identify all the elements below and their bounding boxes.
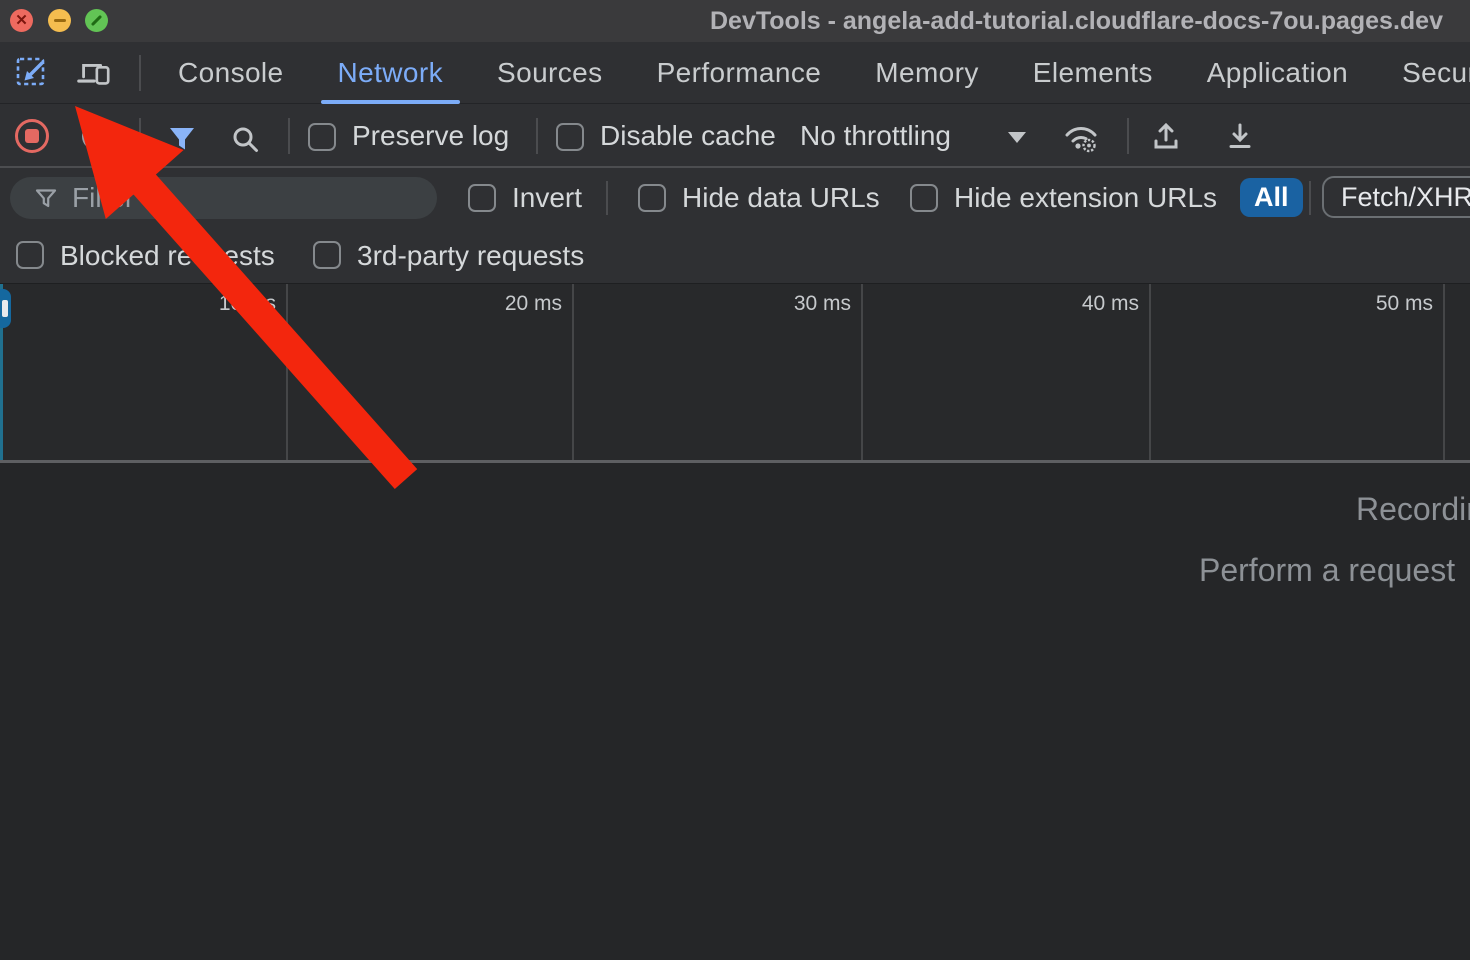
hide-extension-urls-checkbox[interactable] (910, 184, 938, 212)
throttling-select[interactable]: No throttling (800, 104, 951, 168)
timeline-tick-label: 20 ms (422, 292, 562, 316)
toolbar-separator (139, 118, 141, 154)
overview-drag-handle[interactable] (0, 289, 11, 328)
tab-elements[interactable]: Elements (1033, 42, 1153, 104)
timeline-tick-label: 10 ms (136, 292, 276, 316)
recording-hint-text: Recording (1356, 491, 1470, 528)
clear-network-log-button[interactable] (82, 123, 109, 150)
timeline-tick-label: 30 ms (711, 292, 851, 316)
close-icon: ✕ (15, 13, 28, 28)
export-har-button[interactable] (1222, 118, 1258, 154)
disable-cache-label: Disable cache (600, 104, 776, 168)
window-title: DevTools - angela-add-tutorial.cloudflar… (710, 7, 1443, 36)
network-overview-timeline[interactable]: 10 ms 20 ms 30 ms 40 ms 50 ms (0, 283, 1470, 463)
request-type-fetch-xhr-chip[interactable]: Fetch/XHR (1322, 176, 1470, 218)
request-type-all-chip[interactable]: All (1240, 178, 1303, 217)
blocked-requests-checkbox[interactable] (16, 241, 44, 269)
funnel-outline-icon (34, 186, 58, 210)
minimize-icon (54, 19, 66, 22)
preserve-log-label: Preserve log (352, 104, 509, 168)
timeline-gridline (1443, 284, 1445, 460)
chevron-down-icon[interactable] (1008, 132, 1026, 143)
hide-data-urls-label: Hide data URLs (682, 168, 880, 228)
network-conditions-button[interactable] (1060, 116, 1102, 158)
blocked-requests-label: Blocked requests (60, 228, 275, 283)
tabbar-separator (139, 55, 141, 91)
panel-tabs: Console Network Sources Performance Memory El… (178, 42, 1470, 104)
third-party-requests-checkbox[interactable] (313, 241, 341, 269)
timeline-gridline (861, 284, 863, 460)
invert-checkbox[interactable] (468, 184, 496, 212)
upload-icon (1148, 118, 1184, 154)
hide-extension-urls-label: Hide extension URLs (954, 168, 1217, 228)
toolbar-separator (536, 118, 538, 154)
toggle-device-toolbar-button[interactable] (76, 55, 112, 91)
stop-recording-button[interactable] (15, 119, 49, 153)
inspect-element-button[interactable] (14, 55, 50, 91)
zoom-icon (91, 15, 102, 26)
titlebar: ✕ DevTools - angela-add-tutorial.cloudfl… (0, 0, 1470, 42)
search-icon (230, 124, 260, 154)
tab-security[interactable]: Security (1402, 42, 1470, 104)
preserve-log-checkbox[interactable] (308, 123, 336, 151)
tab-performance[interactable]: Performance (657, 42, 822, 104)
timeline-gridline (1149, 284, 1151, 460)
network-toolbar: Preserve log Disable cache No throttling (0, 104, 1470, 168)
search-button[interactable] (227, 121, 263, 157)
tab-memory[interactable]: Memory (875, 42, 979, 104)
devtools-tabbar: Console Network Sources Performance Memory El… (0, 42, 1470, 104)
toolbar-separator (1127, 118, 1129, 154)
record-icon (25, 129, 39, 143)
tab-application[interactable]: Application (1207, 42, 1348, 104)
third-party-requests-label: 3rd-party requests (357, 228, 584, 283)
perform-request-hint-text: Perform a request (1199, 552, 1455, 589)
minimize-window-button[interactable] (48, 9, 71, 32)
filter-input[interactable] (72, 182, 437, 214)
more-filters-row: Blocked requests 3rd-party requests (0, 228, 1470, 283)
zoom-window-button[interactable] (85, 9, 108, 32)
download-icon (1222, 118, 1258, 154)
tab-sources[interactable]: Sources (497, 42, 603, 104)
timeline-gridline (572, 284, 574, 460)
close-window-button[interactable]: ✕ (10, 9, 33, 32)
filter-separator (1309, 181, 1311, 215)
filter-row: Invert Hide data URLs Hide extension URL… (0, 168, 1470, 228)
tab-network[interactable]: Network (338, 42, 444, 104)
invert-label: Invert (512, 168, 582, 228)
wifi-gear-icon (1060, 116, 1102, 158)
hide-data-urls-checkbox[interactable] (638, 184, 666, 212)
funnel-icon (167, 124, 197, 154)
tab-console[interactable]: Console (178, 42, 284, 104)
timeline-tick-label: 50 ms (1293, 292, 1433, 316)
devtools-window: ✕ DevTools - angela-add-tutorial.cloudfl… (0, 0, 1470, 960)
disable-cache-checkbox[interactable] (556, 123, 584, 151)
filter-toggle-button[interactable] (164, 121, 200, 157)
timeline-gridline (286, 284, 288, 460)
requests-empty-area: Recording Perform a request (0, 463, 1470, 919)
device-toolbar-icon (76, 55, 112, 91)
toolbar-separator (288, 118, 290, 154)
import-har-button[interactable] (1148, 118, 1184, 154)
timeline-tick-label: 40 ms (999, 292, 1139, 316)
filter-input-container[interactable] (10, 177, 437, 219)
filter-separator (606, 181, 608, 215)
inspect-cursor-icon (14, 55, 50, 91)
